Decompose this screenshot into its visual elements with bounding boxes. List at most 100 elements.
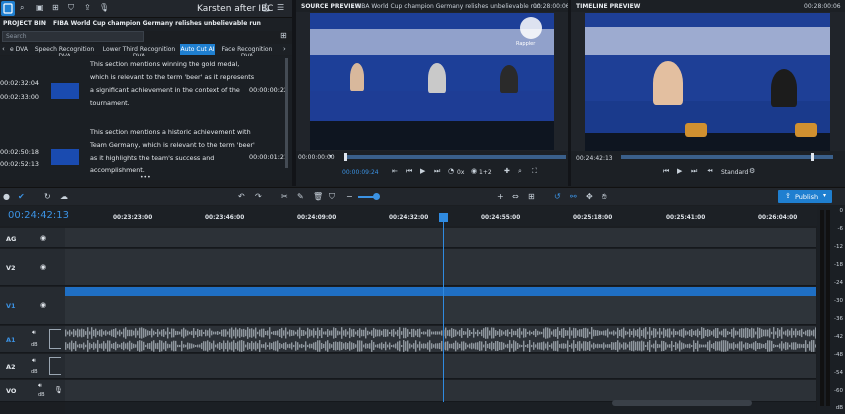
more-indicator[interactable]: ••• bbox=[140, 174, 151, 181]
speaker-icon[interactable]: 🔊︎ bbox=[38, 382, 42, 390]
eye-icon[interactable]: ◉ bbox=[40, 301, 46, 309]
redo-icon[interactable]: ↷ bbox=[255, 193, 262, 201]
chevron-left-icon[interactable]: ‹ bbox=[2, 46, 5, 53]
app-logo-icon[interactable] bbox=[1, 1, 15, 16]
eye-icon[interactable]: ◉ bbox=[40, 263, 46, 271]
jog-icon[interactable]: ◉ bbox=[471, 168, 477, 175]
refresh-icon[interactable]: ↻ bbox=[44, 193, 51, 201]
clip-description-line: tournament. bbox=[90, 99, 130, 107]
tab-lower-third[interactable]: Lower Third Recognition DVA bbox=[100, 44, 178, 60]
undo-icon[interactable]: ↶ bbox=[238, 193, 245, 201]
timeline-ruler[interactable]: 00:23:23:00 00:23:46:00 00:24:09:00 00:2… bbox=[0, 206, 830, 226]
stereo-link-icon[interactable] bbox=[49, 329, 61, 349]
ripple-icon[interactable]: ↺ bbox=[554, 193, 561, 201]
cut-icon[interactable]: ✂ bbox=[281, 193, 288, 201]
project-bin-title: FIBA World Cup champion Germany relishes… bbox=[53, 20, 261, 27]
eye-icon[interactable]: ◉ bbox=[40, 234, 46, 242]
chevron-down-icon[interactable]: ▾ bbox=[329, 154, 332, 160]
source-scrub-bar[interactable] bbox=[344, 155, 566, 159]
stereo-link-icon[interactable] bbox=[49, 357, 61, 375]
track-name: AG bbox=[6, 235, 17, 243]
skip-forward-icon[interactable]: ⏭︎ bbox=[434, 168, 440, 175]
upload-icon[interactable]: ⇪ bbox=[84, 4, 91, 12]
chevron-right-icon[interactable]: › bbox=[283, 46, 286, 53]
speed-icon[interactable]: ◔ bbox=[448, 168, 454, 175]
tab-speech-recognition[interactable]: Speech Recognition DVA bbox=[31, 44, 98, 60]
link-icon[interactable]: ⚯ bbox=[570, 193, 577, 201]
add-to-timeline-icon[interactable]: ✚ bbox=[504, 168, 510, 175]
search-placeholder: Search bbox=[6, 33, 27, 40]
playhead-line[interactable] bbox=[443, 216, 444, 406]
fit-icon[interactable]: ⇔ bbox=[512, 193, 519, 201]
settings-icon[interactable]: ⚙ bbox=[749, 168, 755, 175]
move-icon[interactable]: ✥ bbox=[586, 193, 593, 201]
source-current-tc: 00:00:09:24 bbox=[342, 169, 379, 176]
timeline-preview-header: TIMELINE PREVIEW 00:28:00:06 bbox=[571, 0, 845, 12]
tab-dva[interactable]: e DVA bbox=[8, 44, 30, 55]
folder-icon[interactable]: ▣ bbox=[36, 4, 44, 12]
microphone-icon[interactable]: 🎙︎ bbox=[54, 386, 63, 394]
grid-view-icon[interactable]: ⊞ bbox=[280, 32, 287, 40]
timeline-scrub-bar[interactable] bbox=[621, 155, 833, 159]
track-lane-ag[interactable] bbox=[65, 228, 816, 248]
tab-auto-cut-ai[interactable]: Auto Cut AI bbox=[180, 44, 215, 55]
trash-icon[interactable]: 🗑︎ bbox=[313, 193, 323, 201]
microphone-icon[interactable]: 🎙︎ bbox=[99, 4, 109, 12]
track-lane-v2[interactable] bbox=[65, 249, 816, 286]
track-name: A2 bbox=[6, 363, 16, 371]
quality-label[interactable]: Standard bbox=[721, 169, 748, 176]
ruler-tick-label: 00:25:41:00 bbox=[666, 215, 706, 221]
timeline-scrollbar[interactable] bbox=[612, 400, 752, 406]
speaker-icon[interactable]: 🔊︎ bbox=[32, 329, 36, 337]
rewind-icon[interactable]: ⏪︎ bbox=[707, 168, 713, 175]
source-scrub-handle[interactable] bbox=[344, 153, 347, 161]
track-lane-vo[interactable] bbox=[65, 380, 816, 402]
track-lane-a2[interactable] bbox=[65, 354, 816, 379]
timeline-scrub-handle[interactable] bbox=[811, 153, 814, 161]
meter-scale-label: -42 bbox=[834, 334, 843, 340]
mark-in-icon[interactable]: ⇤ bbox=[392, 168, 398, 175]
tab-face-recognition[interactable]: Face Recognition DVA bbox=[217, 44, 277, 60]
bell-icon[interactable]: 🔔︎ bbox=[261, 4, 271, 12]
zoom-icon[interactable]: ⌕ bbox=[518, 168, 522, 175]
list-item[interactable]: 00:02:50:18 00:02:52:13 This section men… bbox=[0, 126, 288, 180]
info-icon[interactable]: ● bbox=[3, 193, 10, 201]
timeline-current-tc: 00:24:42:13 bbox=[8, 210, 70, 221]
zoom-out-icon[interactable]: − bbox=[346, 193, 353, 201]
play-icon[interactable]: ▶ bbox=[677, 168, 682, 175]
sponsor-wall bbox=[585, 27, 830, 55]
hand-icon[interactable]: ✋︎ bbox=[602, 193, 607, 201]
publish-label: Publish bbox=[795, 193, 819, 201]
list-item[interactable]: 00:02:32:04 00:02:33:00 This section men… bbox=[0, 56, 288, 114]
track-lane-v1[interactable] bbox=[65, 287, 816, 325]
chevron-down-icon[interactable]: ▾ bbox=[823, 192, 826, 199]
grid-icon[interactable]: ⊞ bbox=[52, 4, 59, 12]
zoom-in-icon[interactable]: + bbox=[497, 193, 504, 201]
snap-icon[interactable]: ⊞ bbox=[528, 193, 535, 201]
skip-forward-icon[interactable]: ⏭︎ bbox=[691, 168, 697, 175]
pen-icon[interactable]: ✎ bbox=[297, 193, 304, 201]
person bbox=[350, 63, 364, 91]
track-lane-a1[interactable] bbox=[65, 326, 816, 353]
skip-back-icon[interactable]: ⏮︎ bbox=[406, 168, 412, 175]
clip-list: 00:02:32:04 00:02:33:00 This section men… bbox=[0, 56, 292, 181]
speaker-icon[interactable]: 🔊︎ bbox=[32, 357, 36, 365]
play-icon[interactable]: ▶ bbox=[420, 168, 425, 175]
zoom-slider-handle[interactable] bbox=[373, 193, 380, 200]
db-label: dB bbox=[31, 369, 38, 375]
check-icon[interactable]: ✔ bbox=[18, 193, 25, 201]
publish-button[interactable]: ⇪ Publish ▾ bbox=[778, 190, 832, 203]
fullscreen-icon[interactable]: ⛶ bbox=[532, 168, 537, 175]
video-clip[interactable] bbox=[65, 287, 816, 296]
marker-icon[interactable]: ⛉ bbox=[329, 193, 335, 201]
search-icon[interactable]: ⌕ bbox=[20, 4, 24, 12]
scrollbar[interactable] bbox=[285, 58, 288, 168]
timeline-video-frame[interactable] bbox=[585, 13, 830, 151]
cloud-icon[interactable]: ☁ bbox=[60, 193, 68, 201]
source-video-frame[interactable]: Rappler bbox=[310, 13, 554, 150]
menu-icon[interactable]: ☰ bbox=[277, 4, 284, 12]
search-input[interactable]: Search bbox=[2, 31, 144, 42]
shield-icon[interactable]: ⛉ bbox=[68, 4, 74, 12]
skip-back-icon[interactable]: ⏮︎ bbox=[663, 168, 669, 175]
clip-duration: 00:00:01:21 bbox=[249, 153, 288, 161]
